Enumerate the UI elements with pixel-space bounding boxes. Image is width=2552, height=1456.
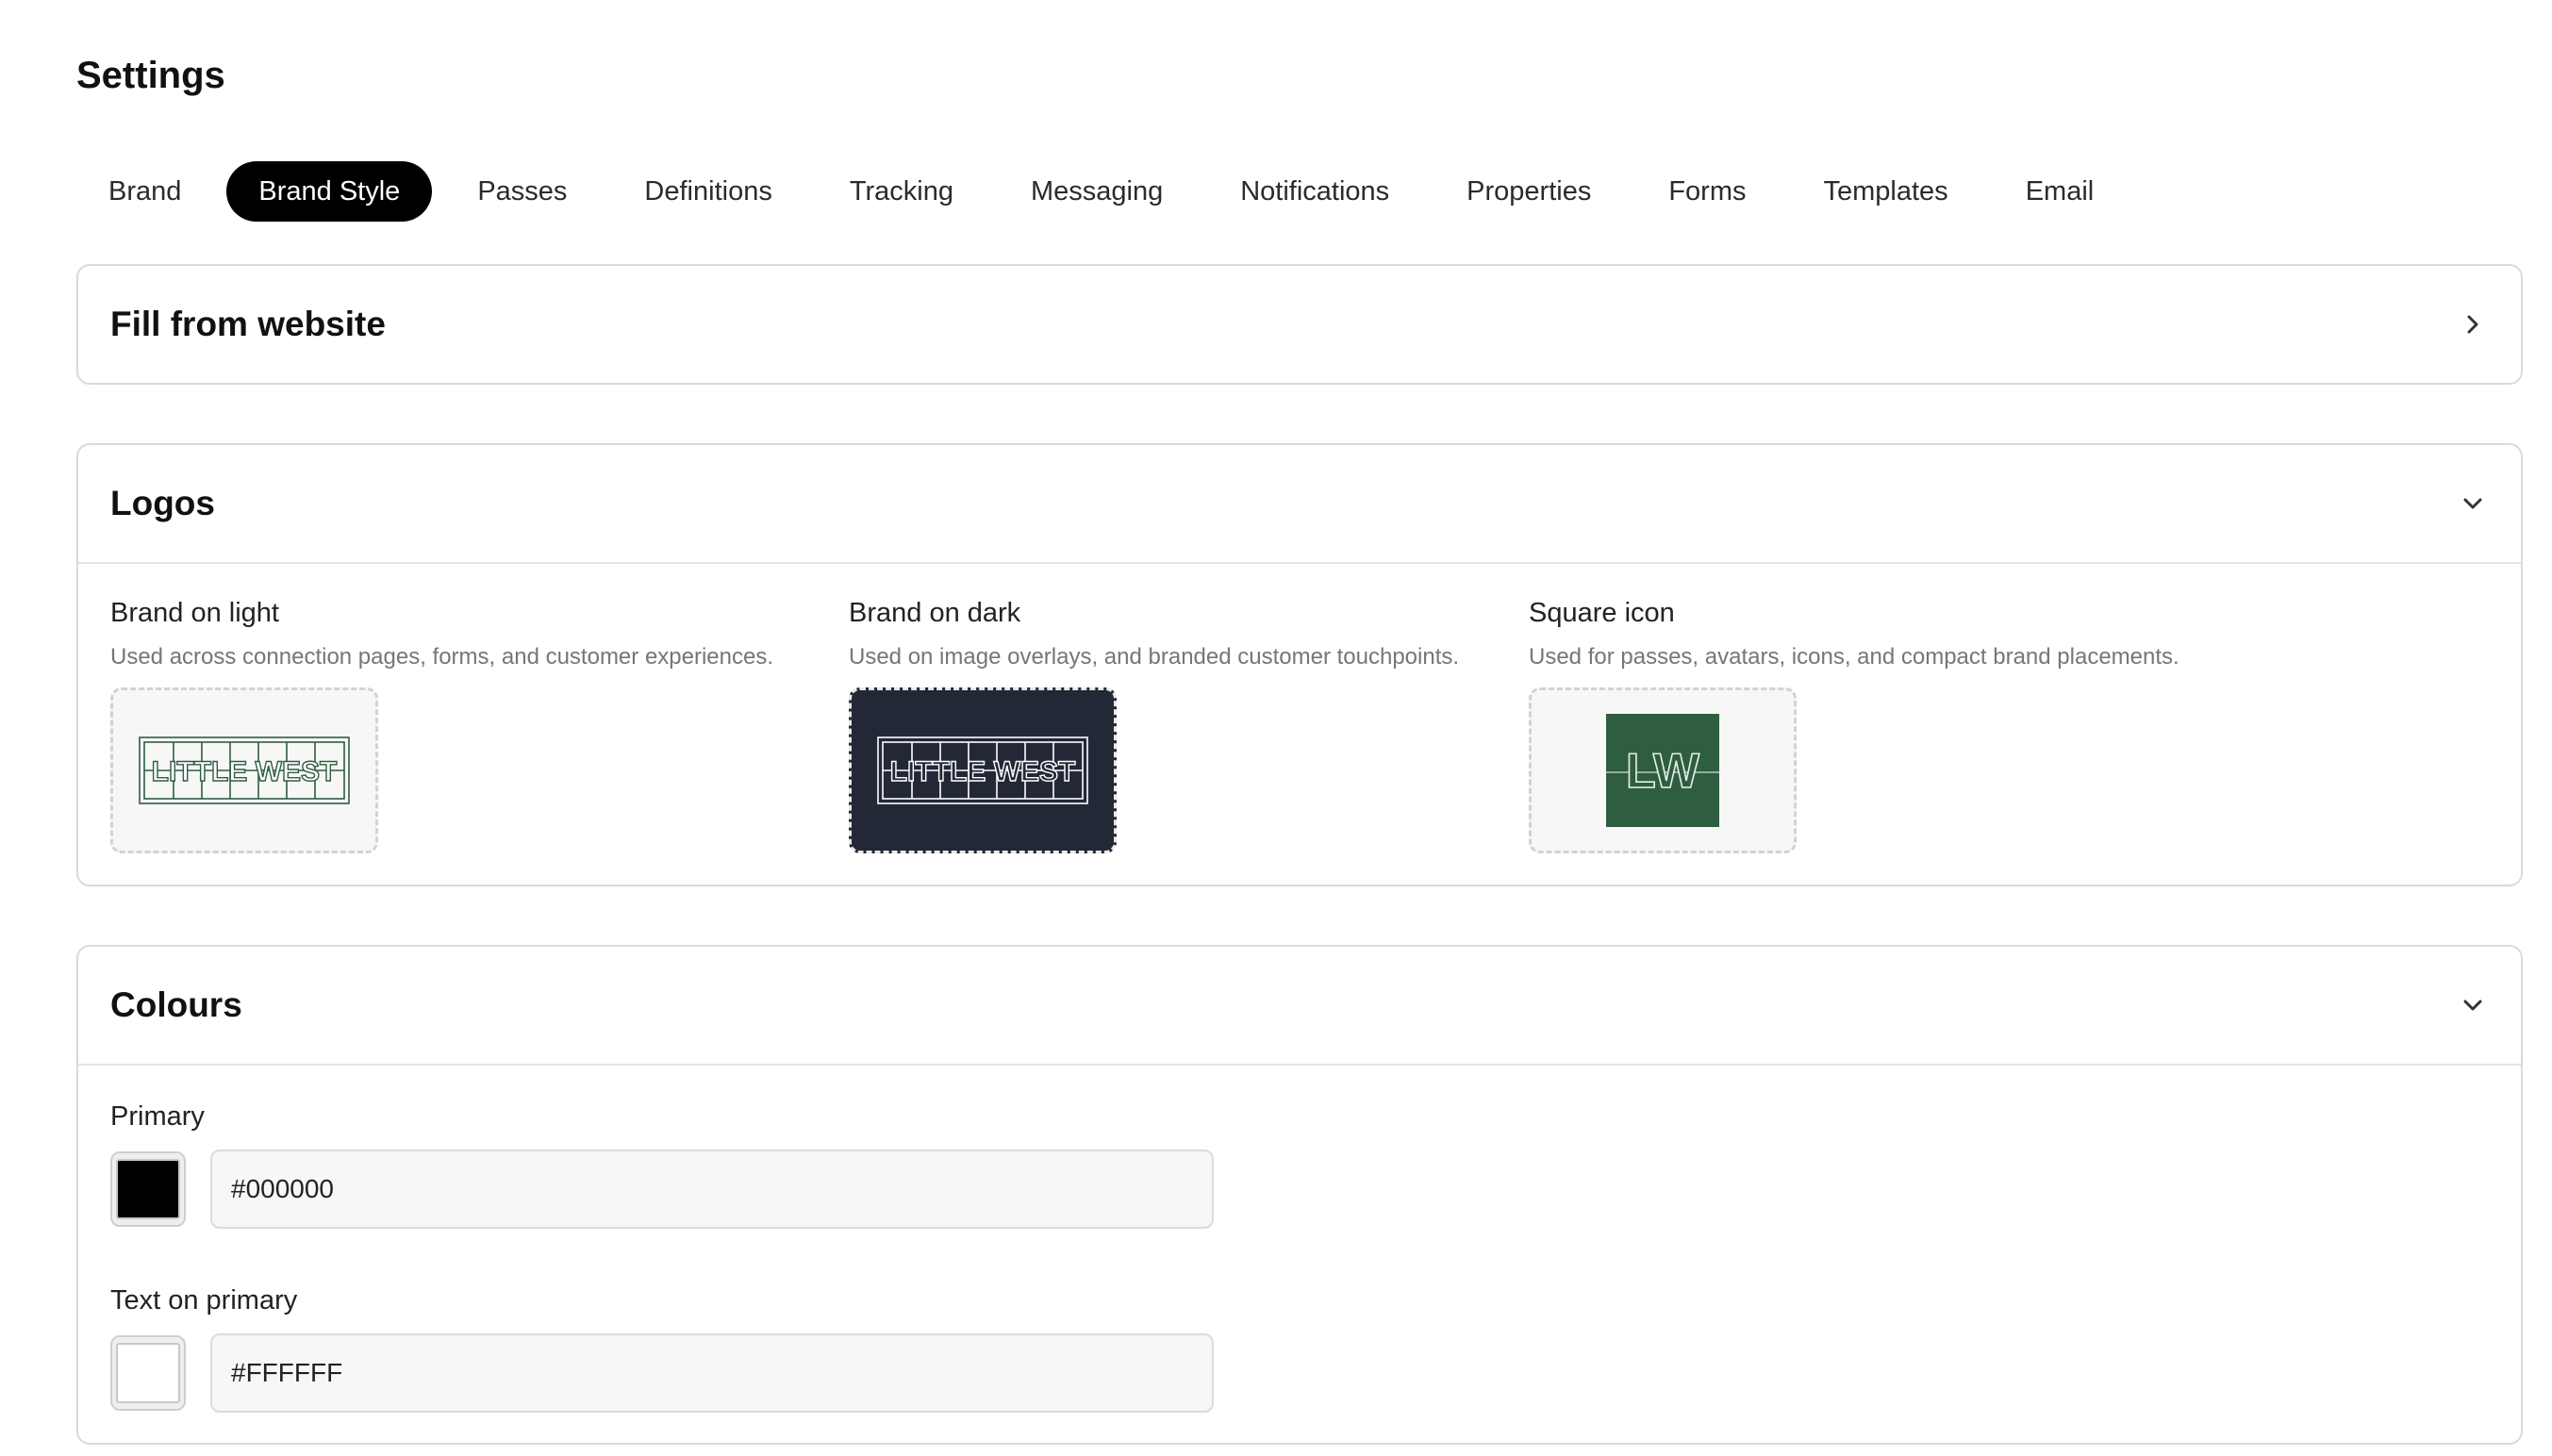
brand-logo-dark: LITTLE WEST [877,736,1088,804]
colours-card: Colours Primary Text on primary [76,945,2523,1445]
tab-properties[interactable]: Properties [1434,161,1623,222]
logos-header[interactable]: Logos [78,445,2521,562]
logo-square-icon: Square icon Used for passes, avatars, ic… [1529,598,2179,853]
logo-text: LW [1626,744,1700,799]
colour-swatch[interactable] [110,1335,186,1411]
logo-label: Brand on dark [849,598,1021,628]
logo-text: LITTLE WEST [890,756,1076,787]
page-title: Settings [76,55,225,96]
tab-passes[interactable]: Passes [445,161,599,222]
chevron-down-icon[interactable] [2457,488,2489,520]
square-logo-icon: LW [1606,714,1719,827]
logo-description: Used for passes, avatars, icons, and com… [1529,644,2179,670]
brand-logo-light: LITTLE WEST [139,736,350,804]
chevron-right-icon[interactable] [2457,308,2489,340]
colour-field-primary: Primary [110,1101,2489,1229]
primary-hex-input[interactable] [210,1150,1214,1229]
tab-brand[interactable]: Brand [76,161,213,222]
logo-label: Square icon [1529,598,1675,628]
chevron-down-icon[interactable] [2457,989,2489,1021]
fill-from-website-title: Fill from website [110,305,386,343]
colours-header[interactable]: Colours [78,947,2521,1064]
colour-field-text-on-primary: Text on primary [110,1285,2489,1413]
swatch-fill [116,1343,180,1403]
logo-upload-square[interactable]: LW [1529,687,1797,853]
colours-body: Primary Text on primary [78,1066,2521,1443]
text-on-primary-hex-input[interactable] [210,1333,1214,1413]
colour-swatch[interactable] [110,1151,186,1227]
logo-label: Brand on light [110,598,279,628]
logo-brand-on-dark: Brand on dark Used on image overlays, an… [849,598,1459,853]
fill-from-website-card: Fill from website [76,264,2523,385]
logo-text: LITTLE WEST [152,756,338,787]
fill-from-website-header[interactable]: Fill from website [78,266,2521,383]
swatch-fill [116,1159,180,1219]
settings-page: Settings Brand Brand Style Passes Defini… [0,0,2552,1456]
logo-brand-on-light: Brand on light Used across connection pa… [110,598,773,853]
logo-description: Used on image overlays, and branded cust… [849,644,1460,670]
field-label: Primary [110,1101,205,1132]
settings-tabs: Brand Brand Style Passes Definitions Tra… [76,160,2126,223]
tab-brand-style[interactable]: Brand Style [226,161,433,222]
field-label: Text on primary [110,1285,298,1315]
tab-messaging[interactable]: Messaging [999,161,1195,222]
tab-templates[interactable]: Templates [1792,161,1980,222]
colours-title: Colours [110,985,242,1024]
tab-forms[interactable]: Forms [1636,161,1778,222]
tab-email[interactable]: Email [1994,161,2127,222]
logo-description: Used across connection pages, forms, and… [110,644,774,670]
logo-upload-dark[interactable]: LITTLE WEST [849,687,1117,853]
tab-notifications[interactable]: Notifications [1208,161,1421,222]
tab-tracking[interactable]: Tracking [818,161,986,222]
tab-definitions[interactable]: Definitions [612,161,804,222]
logo-upload-light[interactable]: LITTLE WEST [110,687,378,853]
logos-title: Logos [110,484,215,522]
logos-body: Brand on light Used across connection pa… [78,564,2521,885]
logos-card: Logos Brand on light Used across connect… [76,443,2523,886]
